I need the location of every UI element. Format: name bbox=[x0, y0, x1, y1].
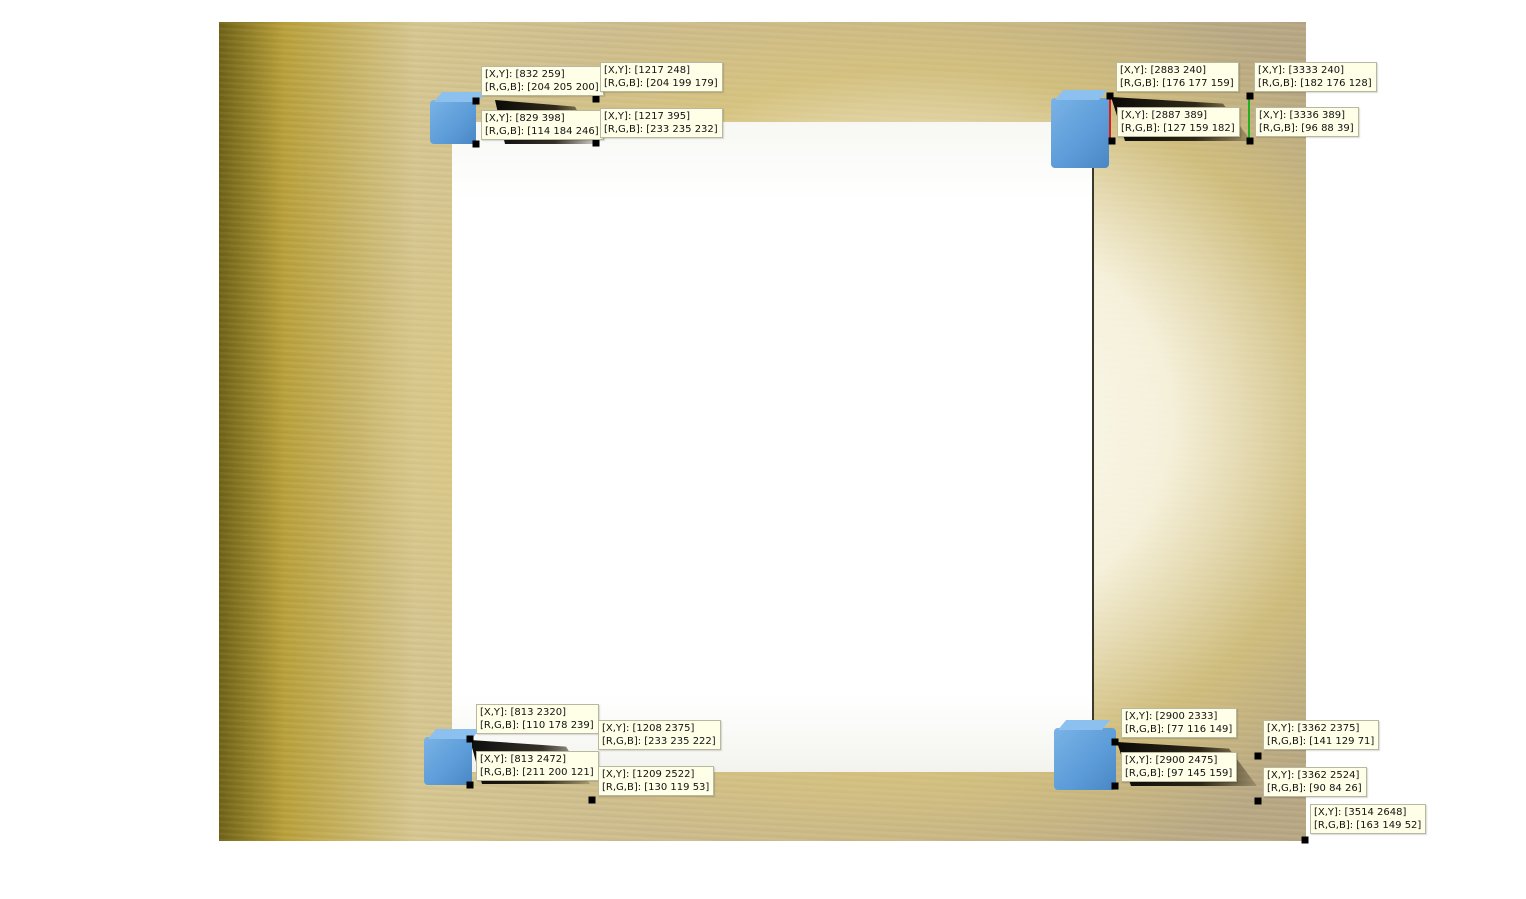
datatip-xy: [X,Y]: [3333 240] bbox=[1258, 65, 1345, 76]
blue-cube-top-right bbox=[1051, 90, 1109, 168]
datatip-marker[interactable] bbox=[472, 140, 480, 148]
datatip-xy: [X,Y]: [2900 2475] bbox=[1125, 755, 1218, 766]
datatip-rgb: [R,G,B]: [141 129 71] bbox=[1267, 736, 1375, 747]
datatip-xy: [X,Y]: [1208 2375] bbox=[602, 723, 695, 734]
datatip[interactable]: [X,Y]: [2900 2475] [R,G,B]: [97 145 159] bbox=[1121, 752, 1238, 782]
datatip-marker[interactable] bbox=[1254, 752, 1262, 760]
datatip[interactable]: [X,Y]: [1217 248] [R,G,B]: [204 199 179] bbox=[600, 62, 723, 92]
datatip-rgb: [R,G,B]: [176 177 159] bbox=[1120, 78, 1234, 89]
datatip[interactable]: [X,Y]: [1208 2375] [R,G,B]: [233 235 222] bbox=[598, 720, 721, 750]
datatip-marker[interactable] bbox=[466, 781, 474, 789]
datatip-rgb: [R,G,B]: [127 159 182] bbox=[1121, 123, 1235, 134]
datatip-marker[interactable] bbox=[592, 139, 600, 147]
datatip[interactable]: [X,Y]: [3336 389] [R,G,B]: [96 88 39] bbox=[1255, 107, 1359, 137]
datatip-xy: [X,Y]: [2900 2333] bbox=[1125, 711, 1218, 722]
datatip[interactable]: [X,Y]: [2887 389] [R,G,B]: [127 159 182] bbox=[1117, 107, 1240, 137]
datatip-rgb: [R,G,B]: [163 149 52] bbox=[1314, 820, 1422, 831]
blue-cube-bottom-left bbox=[424, 729, 481, 785]
datatip[interactable]: [X,Y]: [3514 2648] [R,G,B]: [163 149 52] bbox=[1310, 804, 1427, 834]
datatip-rgb: [R,G,B]: [114 184 246] bbox=[485, 126, 599, 137]
datatip[interactable]: [X,Y]: [1217 395] [R,G,B]: [233 235 232] bbox=[600, 108, 723, 138]
datatip-xy: [X,Y]: [1217 248] bbox=[604, 65, 691, 76]
datatip[interactable]: [X,Y]: [1209 2522] [R,G,B]: [130 119 53] bbox=[598, 766, 715, 796]
figure-window: [X,Y]: [832 259] [R,G,B]: [204 205 200] [X… bbox=[0, 0, 1526, 899]
datatip[interactable]: [X,Y]: [832 259] [R,G,B]: [204 205 200] bbox=[481, 66, 604, 96]
white-paper-sheet bbox=[452, 122, 1092, 772]
blue-cube-bottom-right bbox=[1054, 720, 1116, 790]
datatip-marker[interactable] bbox=[1111, 782, 1119, 790]
datatip-xy: [X,Y]: [1217 395] bbox=[604, 111, 691, 122]
datatip-marker[interactable] bbox=[1246, 92, 1254, 100]
datatip-marker[interactable] bbox=[1108, 137, 1116, 145]
datatip-rgb: [R,G,B]: [204 205 200] bbox=[485, 82, 599, 93]
datatip-rgb: [R,G,B]: [97 145 159] bbox=[1125, 768, 1233, 779]
datatip[interactable]: [X,Y]: [2900 2333] [R,G,B]: [77 116 149] bbox=[1121, 708, 1238, 738]
datatip-rgb: [R,G,B]: [130 119 53] bbox=[602, 782, 710, 793]
datatip-xy: [X,Y]: [2887 389] bbox=[1121, 110, 1208, 121]
datatip-rgb: [R,G,B]: [182 176 128] bbox=[1258, 78, 1372, 89]
datatip-xy: [X,Y]: [813 2472] bbox=[480, 754, 567, 765]
datatip-rgb: [R,G,B]: [90 84 26] bbox=[1267, 783, 1362, 794]
datatip-marker[interactable] bbox=[1111, 738, 1119, 746]
datatip-marker[interactable] bbox=[466, 735, 474, 743]
datatip-xy: [X,Y]: [3362 2524] bbox=[1267, 770, 1360, 781]
datatip[interactable]: [X,Y]: [813 2320] [R,G,B]: [110 178 239] bbox=[476, 704, 599, 734]
datatip-xy: [X,Y]: [832 259] bbox=[485, 69, 565, 80]
datatip-marker[interactable] bbox=[1246, 137, 1254, 145]
datatip[interactable]: [X,Y]: [3362 2524] [R,G,B]: [90 84 26] bbox=[1263, 767, 1367, 797]
datatip-xy: [X,Y]: [3514 2648] bbox=[1314, 807, 1407, 818]
datatip-rgb: [R,G,B]: [211 200 121] bbox=[480, 767, 594, 778]
datatip-rgb: [R,G,B]: [96 88 39] bbox=[1259, 123, 1354, 134]
datatip-xy: [X,Y]: [1209 2522] bbox=[602, 769, 695, 780]
datatip-marker[interactable] bbox=[1254, 797, 1262, 805]
green-measure-line bbox=[1248, 96, 1250, 142]
datatip-xy: [X,Y]: [3336 389] bbox=[1259, 110, 1346, 121]
blue-cube-top-left bbox=[430, 92, 487, 144]
datatip[interactable]: [X,Y]: [3333 240] [R,G,B]: [182 176 128] bbox=[1254, 62, 1377, 92]
datatip-rgb: [R,G,B]: [204 199 179] bbox=[604, 78, 718, 89]
datatip[interactable]: [X,Y]: [2883 240] [R,G,B]: [176 177 159] bbox=[1116, 62, 1239, 92]
datatip-marker[interactable] bbox=[472, 97, 480, 105]
datatip-rgb: [R,G,B]: [110 178 239] bbox=[480, 720, 594, 731]
datatip-xy: [X,Y]: [829 398] bbox=[485, 113, 565, 124]
red-measure-line bbox=[1109, 96, 1111, 142]
datatip-marker[interactable] bbox=[1106, 92, 1114, 100]
datatip-marker[interactable] bbox=[588, 796, 596, 804]
datatip-marker[interactable] bbox=[1301, 836, 1309, 844]
datatip-xy: [X,Y]: [2883 240] bbox=[1120, 65, 1207, 76]
datatip-xy: [X,Y]: [813 2320] bbox=[480, 707, 567, 718]
datatip-xy: [X,Y]: [3362 2375] bbox=[1267, 723, 1360, 734]
datatip[interactable]: [X,Y]: [829 398] [R,G,B]: [114 184 246] bbox=[481, 110, 604, 140]
datatip-marker[interactable] bbox=[592, 95, 600, 103]
datatip-rgb: [R,G,B]: [233 235 222] bbox=[602, 736, 716, 747]
datatip[interactable]: [X,Y]: [813 2472] [R,G,B]: [211 200 121] bbox=[476, 751, 599, 781]
datatip-rgb: [R,G,B]: [233 235 232] bbox=[604, 124, 718, 135]
datatip[interactable]: [X,Y]: [3362 2375] [R,G,B]: [141 129 71] bbox=[1263, 720, 1380, 750]
datatip-rgb: [R,G,B]: [77 116 149] bbox=[1125, 724, 1233, 735]
